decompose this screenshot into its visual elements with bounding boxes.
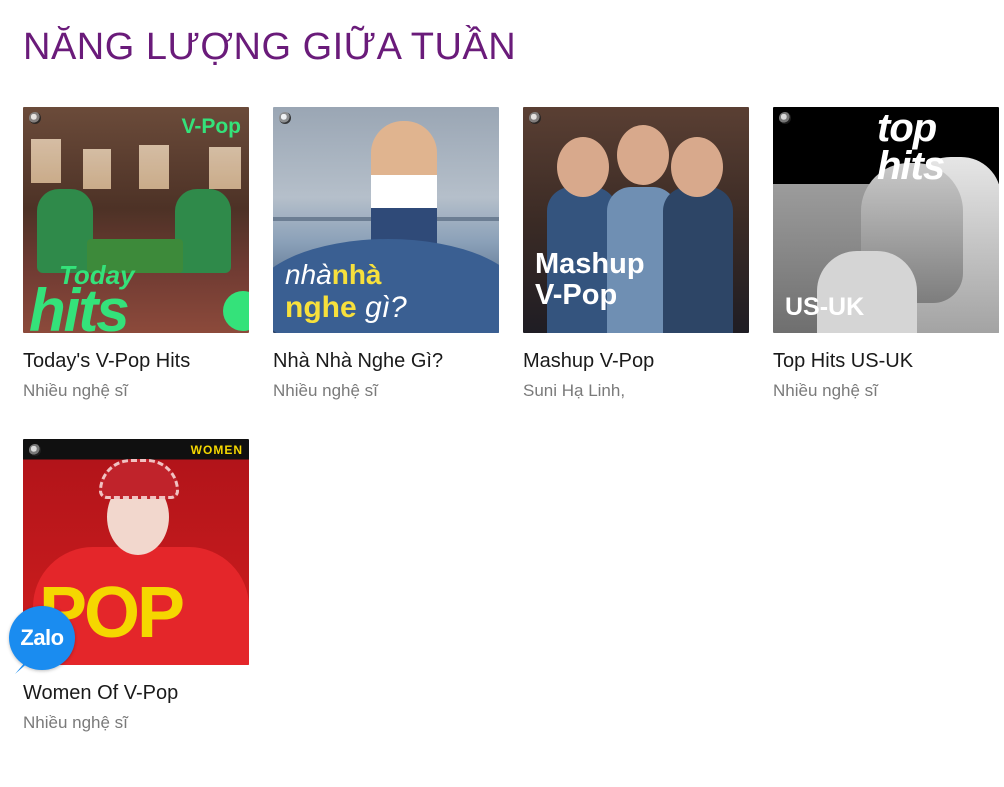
playlist-title[interactable]: Women Of V-Pop [23, 682, 249, 705]
playlist-title[interactable]: Top Hits US-UK [773, 350, 999, 373]
cover-tag: V-Pop [181, 115, 241, 138]
playlist-card[interactable]: WOMEN POP Women Of V-Pop Nhiều nghệ sĩ [23, 438, 249, 733]
cover-art [663, 187, 733, 333]
cover-art [557, 137, 609, 197]
playlist-cover[interactable]: top hits US-UK [773, 107, 999, 333]
zalo-icon: Zalo [20, 625, 64, 650]
cover-text: Mashup V-Pop [535, 248, 645, 312]
cover-line: V-Pop [535, 279, 618, 312]
cover-art [223, 291, 249, 331]
playlist-title[interactable]: Mashup V-Pop [523, 350, 749, 373]
playlist-subtitle: Nhiều nghệ sĩ [273, 381, 378, 400]
playlist-subtitle: Nhiều nghệ sĩ [23, 712, 128, 732]
playlist-title[interactable]: Nhà Nhà Nghe Gì? [273, 350, 499, 373]
cover-text: nhànhà [285, 259, 382, 291]
section-title: NĂNG LƯỢNG GIỮA TUẦN [23, 26, 517, 68]
cover-word: nhà [331, 259, 382, 290]
zalo-chat-button[interactable]: Zalo [9, 606, 75, 670]
playlist-cover[interactable]: V-Pop Today hits [23, 107, 249, 333]
cover-text: top hits [877, 107, 945, 188]
playlist-cover[interactable]: Mashup V-Pop [523, 107, 749, 333]
cover-art [99, 458, 179, 499]
cover-word: gì? [365, 291, 407, 324]
playlist-grid: V-Pop Today hits Today's V-Pop Hits Nhiề… [23, 107, 999, 732]
cover-tag: WOMEN [190, 442, 243, 457]
playlist-subtitle: Nhiều nghệ sĩ [23, 381, 128, 400]
playlist-card[interactable]: top hits US-UK Top Hits US-UK Nhiều nghệ … [773, 107, 999, 401]
spotify-logo-icon [779, 112, 791, 124]
cover-line: hits [877, 144, 945, 188]
cover-line: top [877, 107, 937, 150]
playlist-card[interactable]: nhànhà nghe gì? Nhà Nhà Nghe Gì? Nhiều n… [273, 107, 499, 401]
spotify-logo-icon [529, 112, 541, 124]
playlist-card[interactable]: Mashup V-Pop Mashup V-Pop Suni Hạ Linh, [523, 107, 749, 401]
playlist-cover[interactable]: nhànhà nghe gì? [273, 107, 499, 333]
playlist-card[interactable]: V-Pop Today hits Today's V-Pop Hits Nhiề… [23, 107, 249, 401]
playlist-title[interactable]: Today's V-Pop Hits [23, 350, 249, 373]
cover-text: nghe gì? [285, 291, 407, 325]
cover-art [175, 189, 231, 273]
spotify-logo-icon [279, 112, 291, 124]
spotify-logo-icon [29, 112, 41, 124]
cover-text: hits [29, 277, 130, 334]
cover-word: nhà [285, 259, 332, 290]
cover-art [617, 125, 669, 185]
playlist-subtitle[interactable]: Suni Hạ Linh, [523, 381, 749, 401]
cover-tag: US-UK [785, 293, 865, 321]
cover-word: nghe [285, 291, 357, 324]
cover-line: Mashup [535, 248, 645, 280]
playlist-subtitle: Nhiều nghệ sĩ [773, 381, 878, 400]
spotify-logo-icon [29, 443, 41, 456]
cover-art [671, 137, 723, 197]
